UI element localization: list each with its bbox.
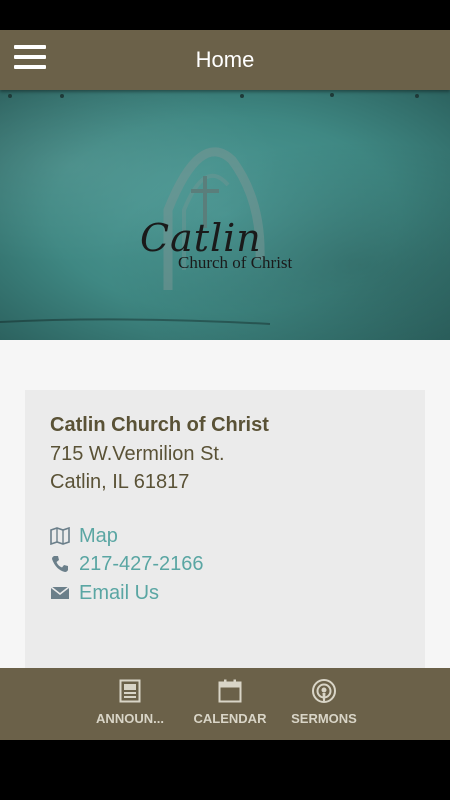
church-arch-icon (0, 147, 271, 325)
map-icon (50, 526, 70, 546)
tab-announcements[interactable]: ANNOUN... (90, 668, 170, 740)
tab-announcements-label: ANNOUN... (96, 711, 164, 726)
hero-banner: Catlin Church of Christ (0, 90, 450, 340)
tab-sermons[interactable]: SERMONS (286, 668, 362, 740)
main-content: Catlin Church of Christ 715 W.Vermilion … (0, 340, 450, 680)
app-header: Home (0, 30, 450, 90)
system-nav-bar (0, 740, 450, 800)
phone-icon (50, 554, 70, 574)
tab-calendar[interactable]: CALENDAR (188, 668, 272, 740)
address-line-2: Catlin, IL 61817 (50, 471, 190, 493)
email-icon (50, 583, 70, 603)
tab-sermons-label: SERMONS (291, 711, 357, 726)
bottom-tab-bar: ANNOUN... CALENDAR SERMONS (0, 668, 450, 740)
email-label: Email Us (79, 581, 160, 604)
church-name: Catlin Church of Christ (50, 414, 269, 436)
status-bar (0, 0, 450, 30)
podcast-icon (311, 679, 337, 705)
page-title: Home (195, 47, 255, 72)
map-label: Map (79, 524, 118, 547)
map-link[interactable]: Map (50, 523, 118, 549)
address-line-1: 715 W.Vermilion St. (50, 443, 225, 465)
tab-calendar-label: CALENDAR (193, 711, 267, 726)
contact-card: Catlin Church of Christ 715 W.Vermilion … (25, 390, 425, 680)
calendar-icon (218, 679, 242, 705)
announcements-icon (119, 679, 141, 705)
email-link[interactable]: Email Us (50, 580, 159, 606)
phone-label: 217-427-2166 (79, 552, 204, 575)
logo-subtitle: Church of Christ (178, 253, 293, 272)
phone-link[interactable]: 217-427-2166 (50, 551, 204, 577)
